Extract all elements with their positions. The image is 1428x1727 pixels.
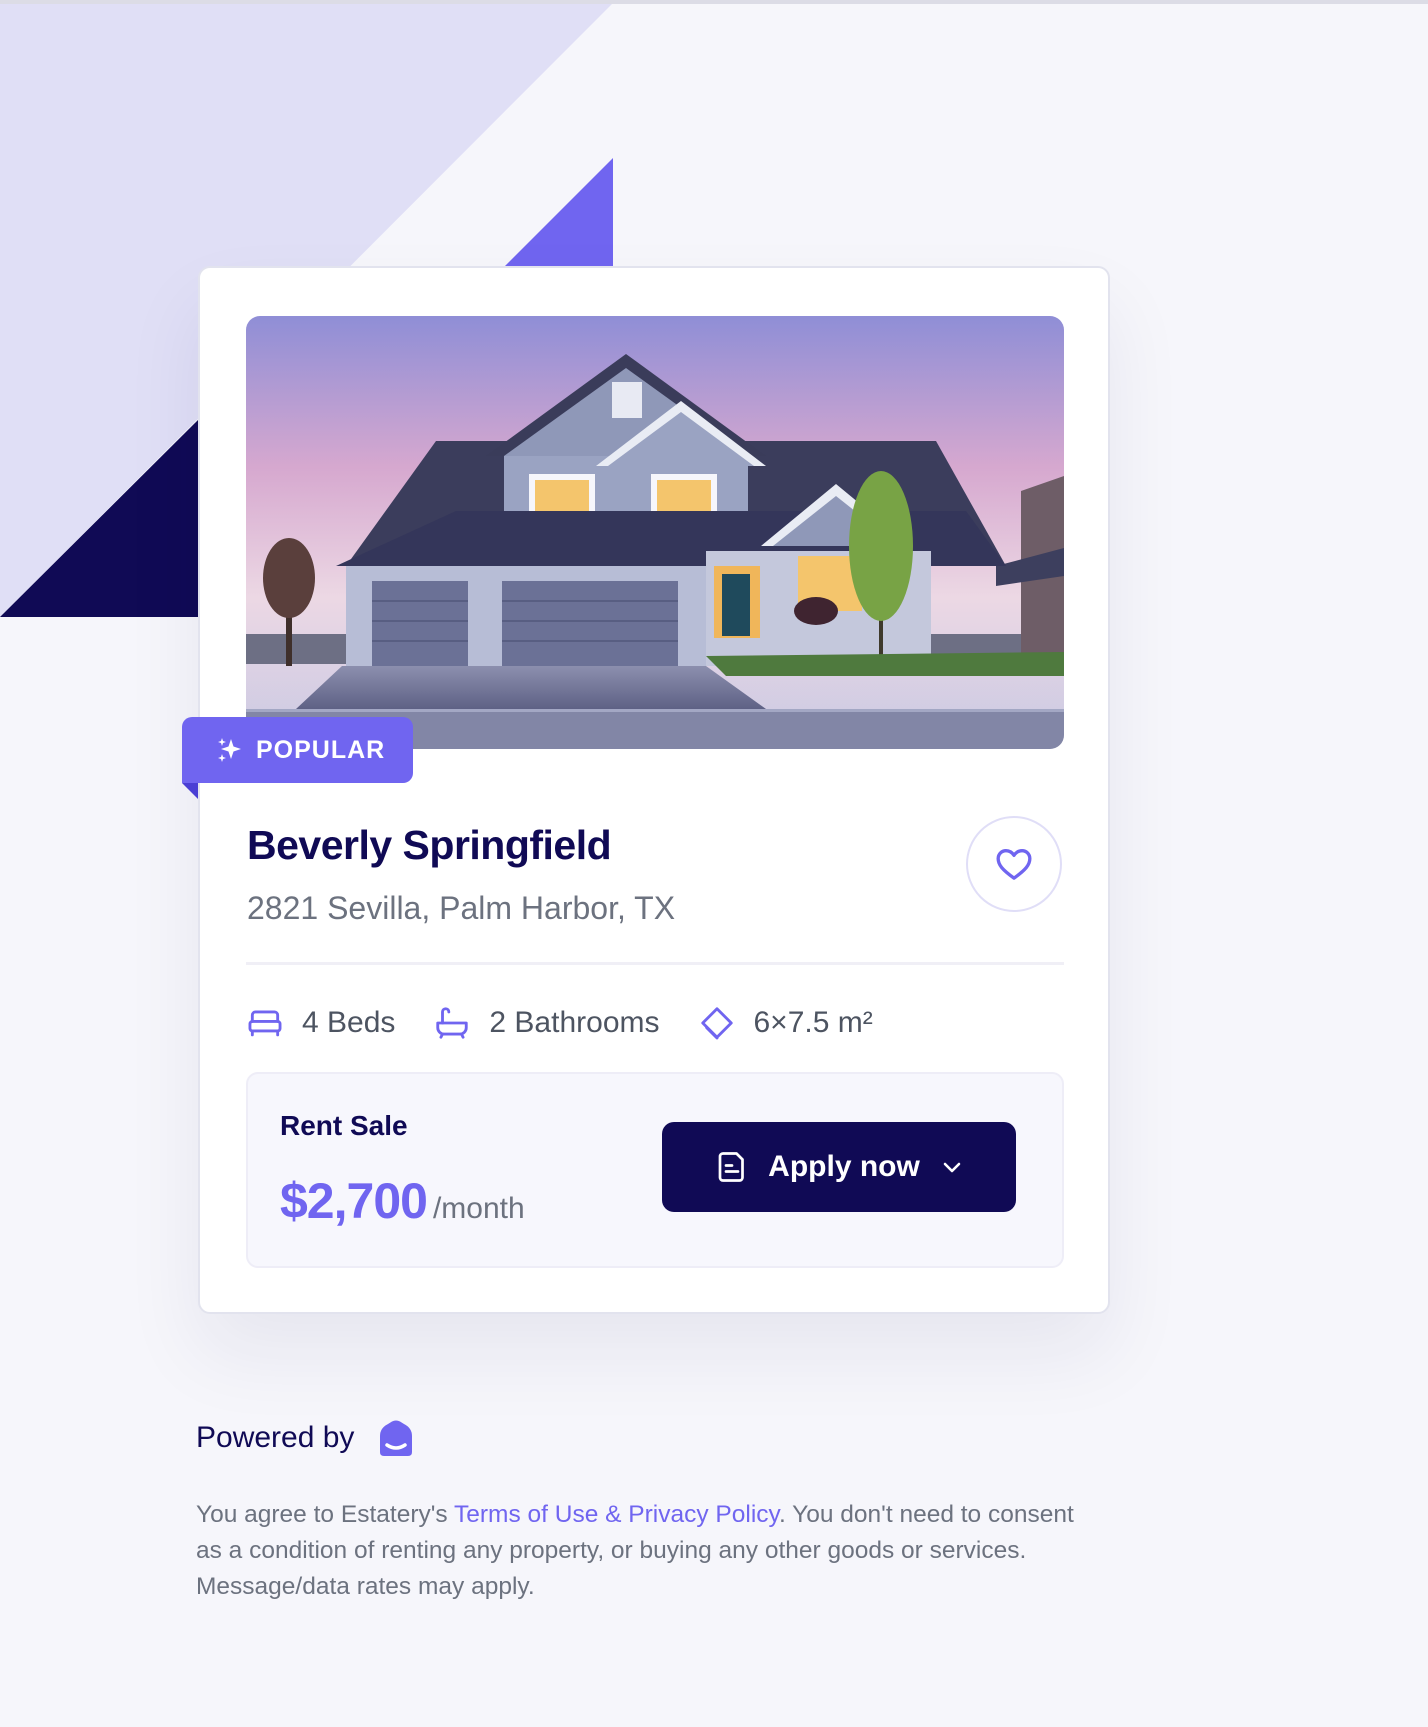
price-value: $2,700 <box>280 1173 428 1229</box>
feature-area-label: 6×7.5 m² <box>753 1006 873 1039</box>
powered-by-label: Powered by <box>196 1421 355 1454</box>
badge-fold <box>182 783 198 799</box>
heart-icon <box>996 849 1032 880</box>
chevron-down-icon <box>943 1162 961 1173</box>
property-features: 4 Beds 2 Bathrooms 6×7.5 m² <box>246 998 911 1048</box>
price-panel: Rent Sale $2,700/month Apply now <box>246 1072 1064 1268</box>
favorite-button[interactable] <box>966 816 1062 912</box>
document-icon <box>718 1152 745 1182</box>
divider <box>246 962 1064 965</box>
estatery-logo-icon <box>380 1420 413 1456</box>
area-icon <box>700 1007 733 1040</box>
feature-bathrooms: 2 Bathrooms <box>433 1004 660 1042</box>
feature-beds: 4 Beds <box>246 1004 395 1042</box>
property-address: 2821 Sevilla, Palm Harbor, TX <box>247 890 676 926</box>
property-photo <box>246 316 1064 749</box>
page: POPULAR Beverly Springfield 2821 Sevilla… <box>0 0 1428 1727</box>
legal-prefix: You agree to Estatery's <box>196 1501 455 1528</box>
popular-badge: POPULAR <box>182 717 413 783</box>
bed-icon <box>248 1010 282 1037</box>
price-unit: /month <box>432 1192 525 1225</box>
terms-privacy-link[interactable]: Terms of Use & Privacy Policy <box>454 1501 779 1528</box>
legal-disclaimer: You agree to Estatery's Terms of Use & P… <box>196 1497 1096 1605</box>
apply-now-button[interactable]: Apply now <box>662 1122 1016 1212</box>
feature-bathrooms-label: 2 Bathrooms <box>489 1006 660 1039</box>
popular-badge-label: POPULAR <box>256 735 386 764</box>
price: $2,700/month <box>280 1172 525 1230</box>
property-title: Beverly Springfield <box>247 822 612 868</box>
bath-icon <box>436 1007 469 1039</box>
feature-beds-label: 4 Beds <box>302 1006 396 1039</box>
sparkle-icon <box>218 738 241 762</box>
property-card[interactable]: POPULAR Beverly Springfield 2821 Sevilla… <box>182 266 1110 1314</box>
rent-label: Rent Sale <box>280 1110 408 1141</box>
powered-by: Powered by <box>196 1418 416 1458</box>
feature-area: 6×7.5 m² <box>698 1004 873 1042</box>
apply-now-label: Apply now <box>768 1150 920 1183</box>
